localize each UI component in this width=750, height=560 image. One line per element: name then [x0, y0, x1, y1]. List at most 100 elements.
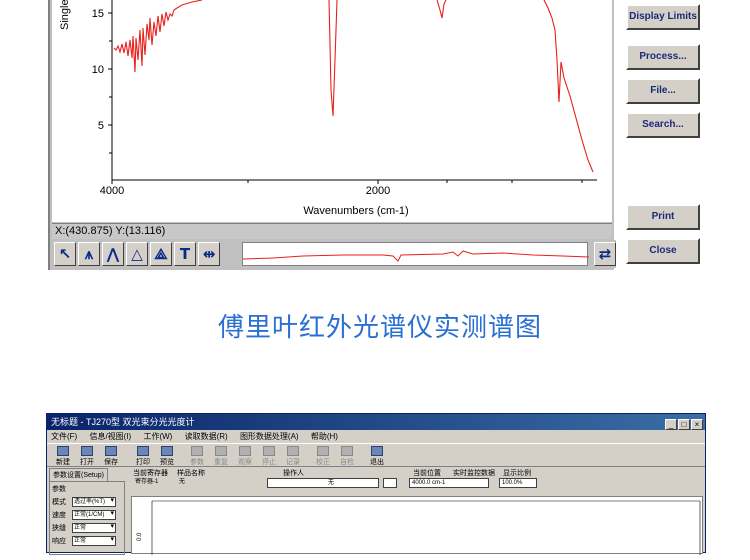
spectrophotometer-window: 无标题 - TJ270型 双光束分光光度计 _ □ × 文件(F) 信息/视图(I)…: [46, 413, 706, 555]
minimize-icon[interactable]: _: [665, 419, 677, 430]
params-button[interactable]: 参数: [187, 446, 207, 466]
menu-graph-processing[interactable]: 图形数据处理(A): [240, 432, 299, 441]
menu-help[interactable]: 帮助(H): [311, 432, 338, 441]
realtime-label: 实时监控数据: [453, 470, 495, 477]
spectrum-trace-peak-1: [328, 0, 338, 117]
spectrum-svg: 15 10 5 Single 4000 2000 Wavenumbers (cm…: [59, 0, 597, 217]
print-label: 打印: [136, 459, 150, 466]
calibrate-icon: [317, 446, 329, 456]
save-button[interactable]: 保存: [101, 446, 121, 466]
open-button[interactable]: 打开: [77, 446, 97, 466]
peak-region-icon[interactable]: ⩚: [78, 242, 100, 266]
print-tool-button[interactable]: 打印: [133, 446, 153, 466]
open-label: 打开: [80, 459, 94, 466]
overview-svg: [242, 250, 590, 262]
select-arrow-icon[interactable]: ↖: [54, 242, 76, 266]
spectrum-overview[interactable]: [242, 242, 590, 266]
spectrum-toolbar: ↖ ⩚ ⋀ △ ⟁ T ⇹ ⇄: [52, 240, 616, 268]
new-icon: [57, 446, 69, 456]
calibrate-label: 校正: [316, 459, 330, 466]
preview-label: 预览: [160, 459, 174, 466]
search-button[interactable]: Search...: [626, 112, 700, 138]
menu-read-data[interactable]: 读取数据(R): [185, 432, 228, 441]
response-select[interactable]: 正常: [72, 536, 116, 546]
ratio-value: 100.0%: [499, 478, 537, 488]
baseline-icon[interactable]: △: [126, 242, 148, 266]
exit-label: 退出: [370, 459, 384, 466]
speed-select[interactable]: 正常(1/CM): [72, 510, 116, 520]
observe-button[interactable]: 观察: [235, 446, 255, 466]
sample-value: 无: [179, 479, 186, 485]
calibrate-button[interactable]: 校正: [313, 446, 333, 466]
param-label: 狭缝: [52, 525, 66, 532]
peak-pick-icon[interactable]: ⋀: [102, 242, 124, 266]
x-tick-label: 2000: [366, 185, 390, 197]
params-icon: [191, 446, 203, 456]
observe-label: 观察: [238, 459, 252, 466]
self-test-icon: [341, 446, 353, 456]
menu-view[interactable]: 信息/视图(I): [89, 432, 131, 441]
peak-area-icon[interactable]: ⟁: [150, 242, 172, 266]
param-row-mode: 模式 透过率(%T): [52, 497, 122, 507]
exit-button[interactable]: 退出: [367, 446, 387, 466]
operator-select[interactable]: 无: [267, 478, 379, 488]
expand-arrows-icon[interactable]: ⇹: [198, 242, 220, 266]
overview-trace: [242, 250, 590, 262]
position-value: 4000.0 cm-1: [409, 478, 489, 488]
open-icon: [81, 446, 93, 456]
menu-file[interactable]: 文件(F): [51, 432, 77, 441]
y-tick-label: 10: [92, 64, 104, 76]
process-button[interactable]: Process...: [626, 44, 700, 70]
display-limits-button[interactable]: Display Limits: [626, 4, 700, 30]
text-annotate-icon[interactable]: T: [174, 242, 196, 266]
param-group: 参数 模式透过率(%T) 速度正常(1/CM) 狭缝正常 响应正常: [49, 481, 125, 555]
ftir-spectrum-window: 15 10 5 Single 4000 2000 Wavenumbers (cm…: [48, 0, 616, 270]
window-titlebar: 无标题 - TJ270型 双光束分光光度计 _ □ ×: [47, 414, 705, 430]
spectrum-plot[interactable]: 15 10 5 Single 4000 2000 Wavenumbers (cm…: [52, 0, 612, 222]
preview-icon: [161, 446, 173, 456]
setup-panel: 参数设置(Setup) 参数 模式透过率(%T) 速度正常(1/CM) 狭缝正常…: [49, 468, 125, 555]
y-axis-label: Single: [59, 0, 71, 30]
y-tick-label: 5: [98, 120, 104, 132]
repeat-button[interactable]: 重复: [211, 446, 231, 466]
graph-svg: 0.0: [137, 500, 701, 555]
stop-button[interactable]: 停止: [259, 446, 279, 466]
maximize-icon[interactable]: □: [678, 419, 690, 430]
spectrum-trace-falloff: [543, 0, 594, 173]
param-row-response: 响应 正常: [52, 536, 122, 546]
record-button[interactable]: 记录: [283, 446, 303, 466]
close-icon[interactable]: ×: [691, 419, 703, 430]
preview-button[interactable]: 预览: [157, 446, 177, 466]
self-test-button[interactable]: 自检: [337, 446, 357, 466]
print-button[interactable]: Print: [626, 204, 700, 230]
status-info-bar: 当前寄存器 样品名称 操作人 当前位置 实时监控数据 显示比例 寄存器-1 无 …: [131, 468, 701, 492]
param-label: 模式: [52, 499, 66, 506]
measurement-graph[interactable]: 0.0: [131, 496, 703, 555]
operator-label: 操作人: [283, 470, 304, 477]
menubar: 文件(F) 信息/视图(I) 工作(W) 读取数据(R) 图形数据处理(A) 帮…: [47, 430, 705, 443]
coordinate-readout: X:(430.875) Y:(13.116): [52, 223, 612, 239]
exit-icon: [371, 446, 383, 456]
scroll-arrows-icon[interactable]: ⇄: [594, 242, 616, 266]
sample-label: 样品名称: [177, 470, 205, 477]
menu-work[interactable]: 工作(W): [143, 432, 172, 441]
record-icon: [287, 446, 299, 456]
param-group-title: 参数: [52, 486, 66, 493]
param-row-slit: 狭缝 正常: [52, 523, 122, 533]
observe-icon: [239, 446, 251, 456]
file-button[interactable]: File...: [626, 78, 700, 104]
new-button[interactable]: 新建: [53, 446, 73, 466]
mode-select[interactable]: 透过率(%T): [72, 497, 116, 507]
save-icon: [105, 446, 117, 456]
param-label: 响应: [52, 538, 66, 545]
x-axis-label: Wavenumbers (cm-1): [303, 205, 408, 217]
close-button[interactable]: Close: [626, 238, 700, 264]
tab-setup[interactable]: 参数设置(Setup): [49, 468, 108, 481]
repeat-icon: [215, 446, 227, 456]
operator-browse-button[interactable]: [383, 478, 397, 488]
params-label: 参数: [190, 459, 204, 466]
spectrum-trace-peak-2: [436, 0, 447, 19]
position-label: 当前位置: [413, 470, 441, 477]
caption-title: 傅里叶红外光谱仪实测谱图: [217, 313, 542, 343]
slit-select[interactable]: 正常: [72, 523, 116, 533]
